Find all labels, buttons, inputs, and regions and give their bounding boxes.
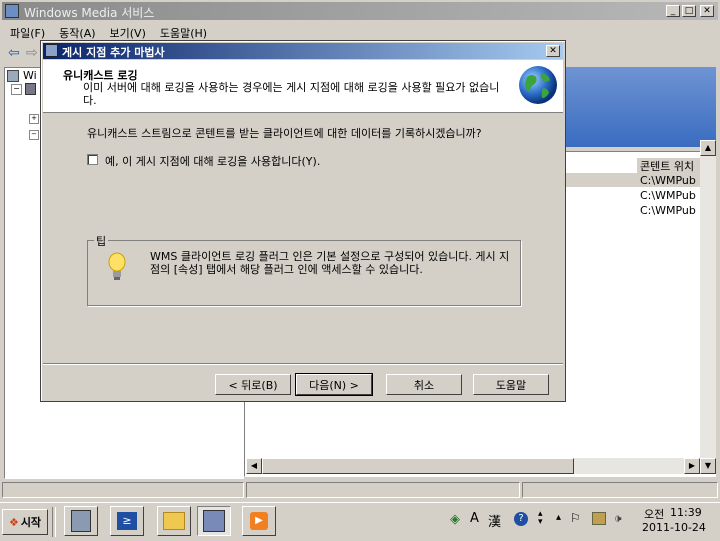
forward-arrow-icon[interactable]: ⇨	[26, 45, 38, 61]
powershell-icon: ≥	[117, 512, 137, 530]
start-button[interactable]: ❖ 시작	[2, 509, 48, 535]
media-services-icon	[203, 510, 225, 532]
wizard-icon	[45, 44, 58, 57]
main-title-bar[interactable]: Windows Media 서비스 _ □ ✕	[2, 2, 718, 20]
app-icon	[5, 4, 19, 18]
tree-expander[interactable]: +	[29, 114, 39, 124]
wizard-dialog: 게시 지점 추가 마법사 ✕ 유니캐스트 로깅 이미 서버에 대해 로깅을 사용…	[40, 40, 566, 402]
tip-text: WMS 클라이언트 로깅 플러그 인은 기본 설정으로 구성되어 있습니다. 게…	[150, 250, 510, 276]
scroll-down-button[interactable]: ▼	[700, 458, 716, 474]
ime-mode-label[interactable]: A	[470, 511, 479, 526]
tree-expander[interactable]: −	[11, 84, 22, 95]
list-row[interactable]: C:\WMPub	[640, 204, 696, 217]
clock-date[interactable]: 2011-10-24	[642, 521, 706, 534]
cancel-button[interactable]: 취소	[386, 374, 462, 395]
server-icon	[25, 83, 36, 95]
close-button[interactable]: ✕	[700, 5, 714, 17]
minimize-button[interactable]: _	[666, 5, 680, 17]
menu-file[interactable]: 파일(F)	[10, 25, 45, 41]
lightbulb-icon	[108, 252, 126, 280]
taskbar-divider	[52, 507, 56, 537]
horizontal-scrollbar[interactable]: ◀ ▶	[246, 458, 700, 474]
scroll-up-button[interactable]: ▲	[700, 140, 716, 156]
tip-group: 팁 WMS 클라이언트 로깅 플러그 인은 기본 설정으로 구성되어 있습니다.…	[87, 233, 521, 306]
help-icon[interactable]: ?	[514, 512, 528, 526]
vertical-scrollbar[interactable]: ▲ ▼	[700, 140, 716, 474]
wizard-separator	[43, 363, 563, 365]
network-icon[interactable]	[592, 512, 606, 525]
show-hidden-icons-icon[interactable]: ▴	[556, 512, 561, 523]
scroll-left-button[interactable]: ◀	[246, 458, 262, 474]
logging-checkbox-label[interactable]: 예, 이 게시 지점에 대해 로깅을 사용합니다(Y).	[105, 153, 320, 169]
server-manager-taskbar-button[interactable]	[64, 506, 98, 536]
wizard-question: 유니캐스트 스트림으로 콘텐트를 받는 클라이언트에 대한 데이터를 기록하시겠…	[87, 127, 482, 140]
status-bar	[2, 480, 718, 498]
tree-root-label[interactable]: Wi	[23, 69, 37, 82]
tip-legend: 팁	[94, 233, 109, 249]
tree-expander[interactable]: −	[29, 130, 39, 140]
folder-icon	[163, 512, 185, 530]
tray-options-icon[interactable]: ▴ ▾	[538, 510, 543, 527]
logging-checkbox[interactable]	[87, 154, 98, 165]
menu-action[interactable]: 동작(A)	[59, 25, 95, 41]
menu-help[interactable]: 도움말(H)	[160, 25, 207, 41]
globe-icon	[519, 66, 557, 104]
scroll-thumb[interactable]	[262, 458, 574, 474]
server-manager-icon	[71, 510, 91, 532]
start-label: 시작	[20, 516, 42, 529]
help-button[interactable]: 도움말	[473, 374, 549, 395]
menu-bar: 파일(F) 동작(A) 보기(V) 도움말(H)	[10, 25, 221, 41]
scroll-right-button[interactable]: ▶	[684, 458, 700, 474]
menu-view[interactable]: 보기(V)	[110, 25, 146, 41]
list-row[interactable]: C:\WMPub	[640, 174, 696, 187]
volume-icon[interactable]: 🕩	[614, 511, 622, 526]
tree-root-icon	[7, 70, 19, 82]
next-button[interactable]: 다음(N) >	[295, 373, 373, 396]
clock-time[interactable]: 11:39	[670, 506, 702, 519]
main-window-title: Windows Media 서비스	[24, 6, 155, 20]
wizard-header-description: 이미 서버에 대해 로깅을 사용하는 경우에는 게시 지점에 대해 로깅을 사용…	[83, 81, 500, 107]
powershell-taskbar-button[interactable]: ≥	[110, 506, 144, 536]
wizard-close-button[interactable]: ✕	[546, 45, 560, 57]
hanja-label[interactable]: 漢	[488, 511, 501, 530]
system-tray: ◈ A 漢 ? ▴ ▾ ▴ ⚐ 🕩 오전 11:39 2011-10-24	[444, 506, 718, 536]
wizard-title-bar[interactable]: 게시 지점 추가 마법사 ✕	[43, 43, 563, 59]
explorer-taskbar-button[interactable]	[157, 506, 191, 536]
wizard-header: 유니캐스트 로깅 이미 서버에 대해 로깅을 사용하는 경우에는 게시 지점에 …	[43, 60, 563, 113]
clock-ampm[interactable]: 오전	[644, 506, 664, 522]
wizard-title: 게시 지점 추가 마법사	[62, 46, 165, 59]
media-player-taskbar-button[interactable]: ▶	[242, 506, 276, 536]
media-player-icon: ▶	[250, 512, 268, 530]
list-column-header[interactable]: 콘텐트 위치	[636, 157, 702, 174]
back-arrow-icon[interactable]: ⇦	[8, 45, 20, 61]
media-services-taskbar-button[interactable]	[197, 506, 231, 536]
flag-icon[interactable]: ⚐	[570, 511, 581, 525]
column-header-label: 콘텐트 위치	[640, 160, 695, 173]
windows-logo-icon: ❖	[8, 515, 19, 529]
back-button[interactable]: < 뒤로(B)	[215, 374, 291, 395]
list-row[interactable]: C:\WMPub	[640, 189, 696, 202]
maximize-button[interactable]: □	[682, 5, 696, 17]
language-bar-icon[interactable]: ◈	[450, 512, 460, 527]
